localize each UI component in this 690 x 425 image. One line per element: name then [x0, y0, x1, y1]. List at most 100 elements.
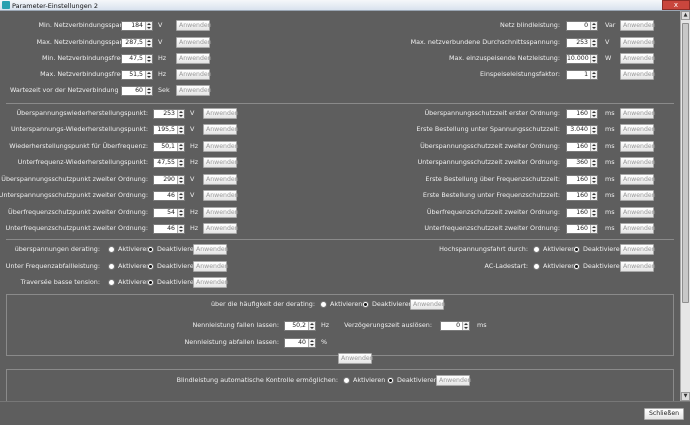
spinner-icon[interactable] — [590, 109, 597, 118]
spinner-icon[interactable] — [308, 321, 315, 330]
spinner-icon[interactable] — [145, 21, 152, 30]
mid-left-4-apply-button[interactable]: Anwenden — [203, 174, 239, 185]
mid-right-5-input[interactable]: 160 — [566, 190, 598, 201]
spinner-icon[interactable] — [177, 175, 184, 184]
scrollbar-thumb[interactable] — [682, 23, 689, 303]
blindleistung-0-apply-button[interactable]: Anwenden — [436, 375, 472, 386]
settings-scroll-area[interactable]: Min. Netzverbindungsspannung: 184 V Anwende… — [0, 11, 680, 401]
top-left-3-input[interactable]: 51,5 — [121, 69, 153, 80]
scroll-down-icon[interactable]: ▼ — [681, 392, 690, 401]
mid-right-5-apply-button[interactable]: Anwenden — [620, 190, 656, 201]
mid-right-4-apply-button[interactable]: Anwenden — [620, 174, 656, 185]
radio-right-0-apply-button[interactable]: Anwenden — [620, 244, 656, 255]
mid-right-7-apply-button[interactable]: Anwenden — [620, 223, 656, 234]
mid-left-4-input[interactable]: 290 — [153, 174, 185, 185]
radio-left-2-apply-button[interactable]: Anwenden — [193, 277, 229, 288]
radio-left-1-apply-button[interactable]: Anwenden — [193, 261, 229, 272]
spinner-icon[interactable] — [145, 38, 152, 47]
radio-left-0-deaktivieren-radio[interactable] — [147, 246, 154, 253]
vertical-scrollbar[interactable]: ▲ ▼ — [680, 11, 690, 401]
spinner-icon[interactable] — [590, 142, 597, 151]
spinner-icon[interactable] — [590, 38, 597, 47]
blindleistung-0-aktivieren-radio[interactable] — [343, 377, 350, 384]
spinner-icon[interactable] — [177, 125, 184, 134]
top-right-0-input[interactable]: 0 — [566, 20, 598, 31]
radio-right-1-deaktivieren-radio[interactable] — [573, 263, 580, 270]
mid-right-3-apply-button[interactable]: Anwenden — [620, 157, 656, 168]
mid-left-2-apply-button[interactable]: Anwenden — [203, 141, 239, 152]
mid-left-5-apply-button[interactable]: Anwenden — [203, 190, 239, 201]
top-left-2-input[interactable]: 47,5 — [121, 53, 153, 64]
spinner-icon[interactable] — [590, 70, 597, 79]
mid-right-0-apply-button[interactable]: Anwenden — [620, 108, 656, 119]
spinner-icon[interactable] — [590, 208, 597, 217]
close-button[interactable]: Schließen — [644, 408, 684, 420]
derating-0-apply-button[interactable]: Anwenden — [410, 299, 446, 310]
radio-left-1-aktivieren-radio[interactable] — [108, 263, 115, 270]
top-left-0-input[interactable]: 184 — [121, 20, 153, 31]
mid-right-1-apply-button[interactable]: Anwenden — [620, 124, 656, 135]
radio-left-0-apply-button[interactable]: Anwenden — [193, 244, 229, 255]
derating-0-deaktivieren-radio[interactable] — [362, 301, 369, 308]
spinner-icon[interactable] — [145, 86, 152, 95]
mid-left-0-input[interactable]: 253 — [153, 108, 185, 119]
spinner-icon[interactable] — [177, 224, 184, 233]
mid-left-1-apply-button[interactable]: Anwenden — [203, 124, 239, 135]
mid-left-5-input[interactable]: 46 — [153, 190, 185, 201]
scroll-up-icon[interactable]: ▲ — [681, 11, 690, 20]
top-right-2-input[interactable]: 10.000 — [566, 53, 598, 64]
spinner-icon[interactable] — [308, 338, 315, 347]
radio-right-0-aktivieren-radio[interactable] — [533, 246, 540, 253]
mid-right-2-apply-button[interactable]: Anwenden — [620, 141, 656, 152]
spinner-icon[interactable] — [590, 175, 597, 184]
spinner-icon[interactable] — [590, 158, 597, 167]
top-left-2-apply-button[interactable]: Anwenden — [176, 53, 212, 64]
mid-left-6-apply-button[interactable]: Anwenden — [203, 207, 239, 218]
spinner-icon[interactable] — [590, 125, 597, 134]
spinner-icon[interactable] — [177, 191, 184, 200]
derating-0-aktivieren-radio[interactable] — [320, 301, 327, 308]
close-window-button[interactable]: x — [662, 0, 690, 10]
top-right-3-apply-button[interactable]: Anwenden — [620, 69, 656, 80]
spinner-icon[interactable] — [177, 109, 184, 118]
top-left-1-apply-button[interactable]: Anwenden — [176, 37, 212, 48]
mid-left-0-apply-button[interactable]: Anwenden — [203, 108, 239, 119]
blindleistung-0-deaktivieren-radio[interactable] — [387, 377, 394, 384]
top-right-2-apply-button[interactable]: Anwenden — [620, 53, 656, 64]
mid-right-0-input[interactable]: 160 — [566, 108, 598, 119]
spinner-icon[interactable] — [462, 321, 469, 330]
mid-left-7-apply-button[interactable]: Anwenden — [203, 223, 239, 234]
top-right-1-apply-button[interactable]: Anwenden — [620, 37, 656, 48]
mid-left-2-input[interactable]: 50,1 — [153, 141, 185, 152]
top-left-4-apply-button[interactable]: Anwenden — [176, 85, 212, 96]
radio-left-2-aktivieren-radio[interactable] — [108, 279, 115, 286]
spinner-icon[interactable] — [177, 142, 184, 151]
radio-left-1-deaktivieren-radio[interactable] — [147, 263, 154, 270]
top-left-1-input[interactable]: 287,5 — [121, 37, 153, 48]
mid-right-7-input[interactable]: 160 — [566, 223, 598, 234]
mid-right-3-input[interactable]: 360 — [566, 157, 598, 168]
top-right-0-apply-button[interactable]: Anwenden — [620, 20, 656, 31]
top-right-1-input[interactable]: 253 — [566, 37, 598, 48]
mid-left-6-input[interactable]: 54 — [153, 207, 185, 218]
top-left-0-apply-button[interactable]: Anwenden — [176, 20, 212, 31]
spinner-icon[interactable] — [590, 54, 597, 63]
radio-left-2-deaktivieren-radio[interactable] — [147, 279, 154, 286]
mid-left-3-apply-button[interactable]: Anwenden — [203, 157, 239, 168]
verzoegerung-0-input[interactable]: 0 — [440, 320, 470, 331]
spinner-icon[interactable] — [145, 70, 152, 79]
top-left-4-input[interactable]: 60 — [121, 85, 153, 96]
derating-apply-button[interactable]: Anwenden — [338, 353, 374, 364]
mid-left-7-input[interactable]: 46 — [153, 223, 185, 234]
mid-left-1-input[interactable]: 195,5 — [153, 124, 185, 135]
radio-right-1-apply-button[interactable]: Anwenden — [620, 261, 656, 272]
mid-left-3-input[interactable]: 47,55 — [153, 157, 185, 168]
spinner-icon[interactable] — [145, 54, 152, 63]
spinner-icon[interactable] — [177, 208, 184, 217]
nennleistung-fallen-0-input[interactable]: 50,2 — [284, 320, 316, 331]
top-right-3-input[interactable]: 1 — [566, 69, 598, 80]
mid-right-6-apply-button[interactable]: Anwenden — [620, 207, 656, 218]
spinner-icon[interactable] — [177, 158, 184, 167]
top-left-3-apply-button[interactable]: Anwenden — [176, 69, 212, 80]
mid-right-1-input[interactable]: 3.040 — [566, 124, 598, 135]
